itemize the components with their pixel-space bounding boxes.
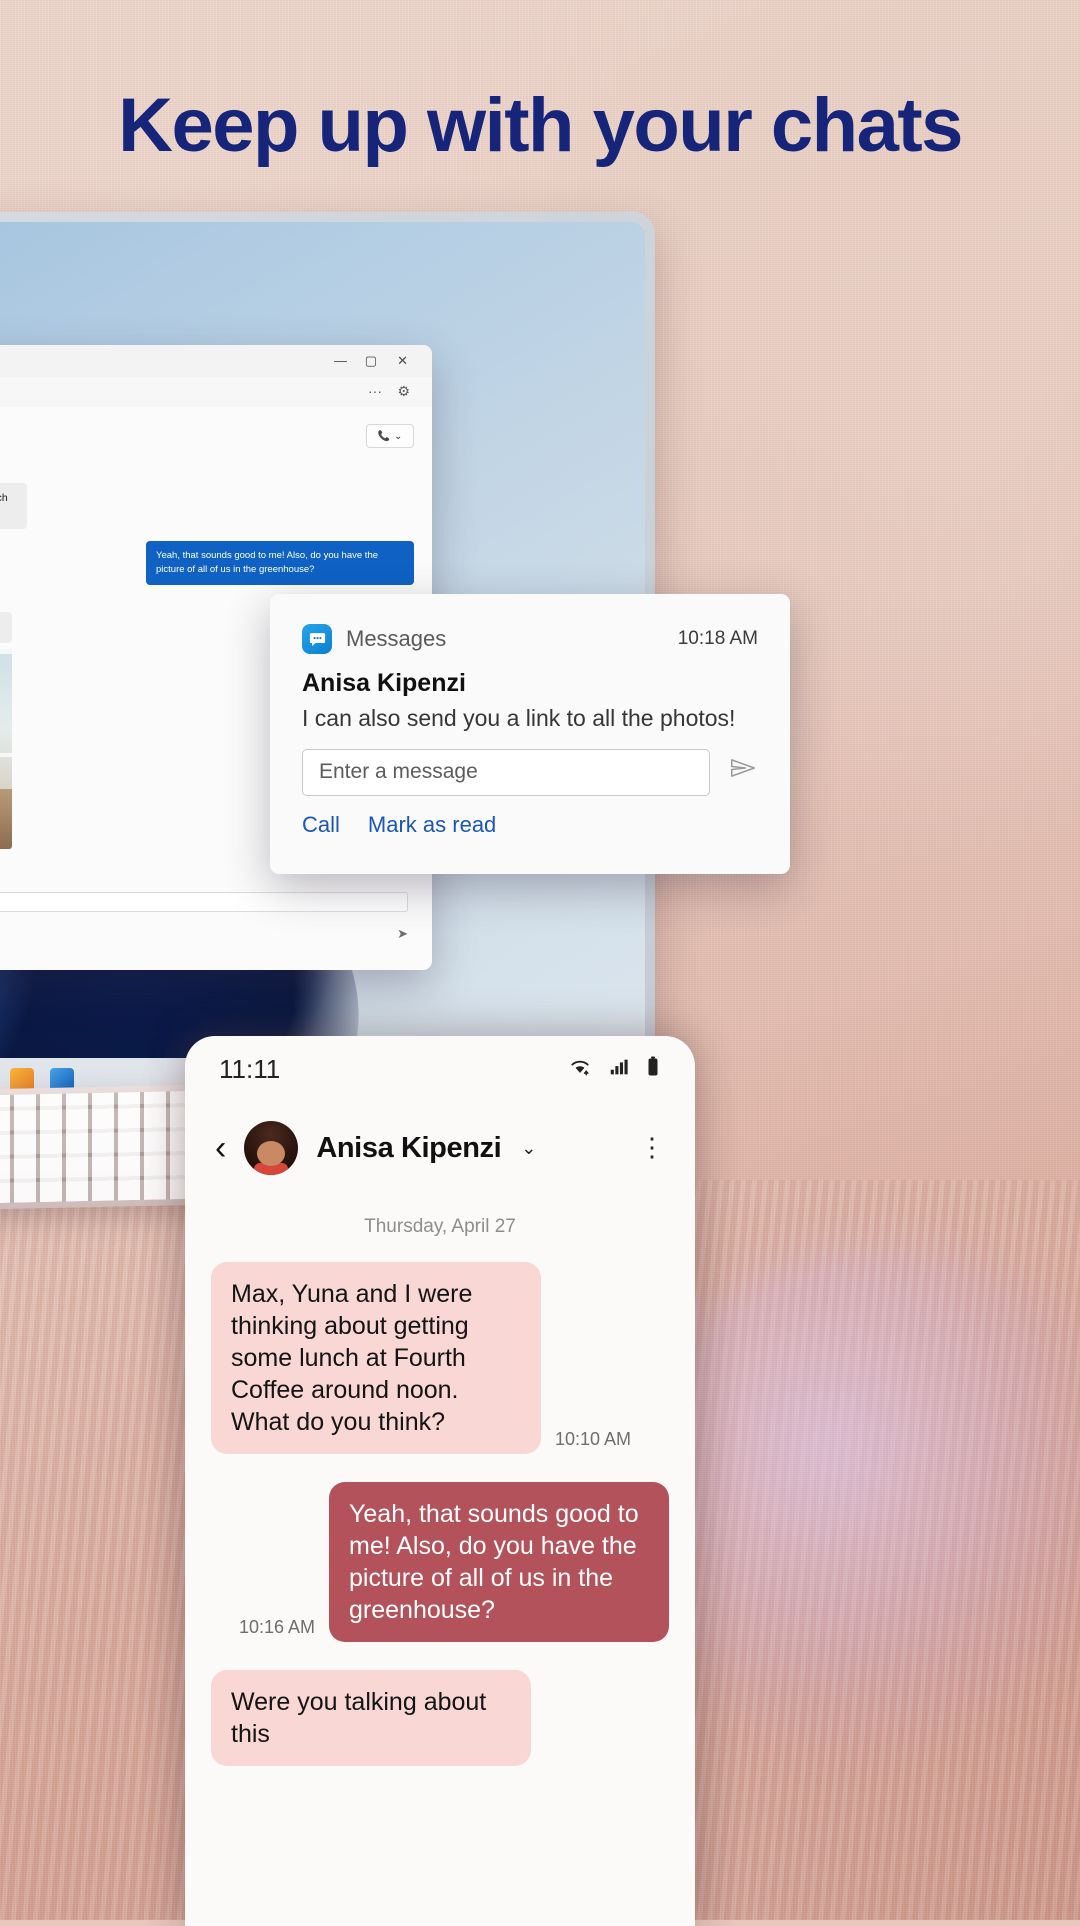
notification-timestamp: 10:18 AM: [677, 628, 758, 649]
compose-toolbar: ☺ GIF 🖼 ➤: [0, 924, 408, 944]
more-options-icon[interactable]: ···: [368, 383, 382, 399]
message-sender: Anisa Kipenzi: [0, 599, 12, 609]
call-button[interactable]: 📞 ⌄: [366, 424, 414, 448]
wifi-icon: [567, 1056, 593, 1083]
message-row: Max, Yuna and I were thinking about gett…: [211, 1262, 669, 1454]
status-clock: 11:11: [219, 1053, 281, 1084]
message-timestamp: 10:10 AM: [555, 1429, 632, 1449]
notification-reply-row: Enter a message: [302, 748, 758, 796]
date-divider: Thursday, April 27: [364, 1216, 516, 1237]
signal-icon: [607, 1056, 631, 1083]
greenhouse-photo[interactable]: [0, 649, 12, 850]
message-row: 10:16 AM Yeah, that sounds good to me! A…: [211, 1482, 669, 1642]
notification-app-name: Messages: [346, 626, 447, 651]
minimize-icon[interactable]: —: [334, 354, 347, 368]
gear-icon[interactable]: ⚙: [397, 383, 410, 400]
call-action-button[interactable]: Call: [302, 812, 340, 838]
message-row: Anisa Kipenzi Max, Yuna and I were think…: [0, 470, 432, 530]
phone-icon: 📞: [377, 430, 391, 442]
message-input[interactable]: Send a message: [0, 892, 408, 912]
notification-header: Messages 10:18 AM: [302, 624, 758, 654]
conversation-header: Anisa Kipenzi (415) 555-0176 📞 ⌄: [0, 407, 432, 461]
window-titlebar: — ▢ ✕: [0, 345, 432, 377]
reply-input-placeholder: Enter a message: [319, 760, 478, 784]
notification-sender: Anisa Kipenzi: [302, 669, 466, 697]
reply-input[interactable]: Enter a message: [302, 748, 710, 796]
page-title: Keep up with your chats: [118, 83, 963, 168]
avatar[interactable]: [244, 1121, 299, 1175]
chevron-down-icon[interactable]: ⌄: [521, 1138, 536, 1159]
status-bar: 11:11: [185, 1036, 695, 1102]
message-bubble-incoming: Max, Yuna and I were thinking about gett…: [0, 483, 27, 530]
phone-mockup[interactable]: 11:11 ‹ Anisa Kipenzi ⌄ ⋮ Thursday, Apri…: [185, 1036, 695, 1926]
message-sender: Anisa Kipenzi: [0, 470, 27, 480]
battery-icon: [645, 1055, 661, 1084]
conversation-header: ‹ Anisa Kipenzi ⌄ ⋮: [185, 1102, 695, 1194]
notification-message: I can also send you a link to all the ph…: [302, 705, 736, 731]
window-toolbar: ··· ⚙: [0, 377, 432, 407]
chevron-down-icon: ⌄: [394, 430, 403, 442]
back-icon[interactable]: ‹: [215, 1131, 226, 1165]
message-bubble-incoming: Max, Yuna and I were thinking about gett…: [211, 1262, 541, 1454]
message-timestamp: 10:16 AM: [238, 1617, 315, 1637]
maximize-icon[interactable]: ▢: [365, 354, 377, 368]
message-bubble-incoming: Were you talking about this: [211, 1670, 531, 1766]
notification-toast[interactable]: Messages 10:18 AM Anisa Kipenzi I can al…: [270, 594, 790, 874]
message-bubble-outgoing: Yeah, that sounds good to me! Also, do y…: [146, 541, 414, 585]
status-icons: [567, 1055, 661, 1084]
send-icon[interactable]: ➤: [397, 926, 408, 942]
message-bubble-incoming: Were you talking about this one? I have …: [0, 611, 12, 644]
mark-as-read-button[interactable]: Mark as read: [368, 812, 496, 838]
overflow-menu-icon[interactable]: ⋮: [639, 1135, 665, 1160]
conversation-body: Thursday, April 27 Max, Yuna and I were …: [185, 1216, 695, 1766]
close-icon[interactable]: ✕: [397, 354, 408, 368]
contact-name: Anisa Kipenzi: [316, 1131, 502, 1164]
message-bubble-outgoing: Yeah, that sounds good to me! Also, do y…: [329, 1482, 669, 1642]
send-icon[interactable]: [728, 753, 758, 791]
notification-actions: Call Mark as read: [302, 812, 758, 838]
messages-icon: [302, 624, 332, 654]
